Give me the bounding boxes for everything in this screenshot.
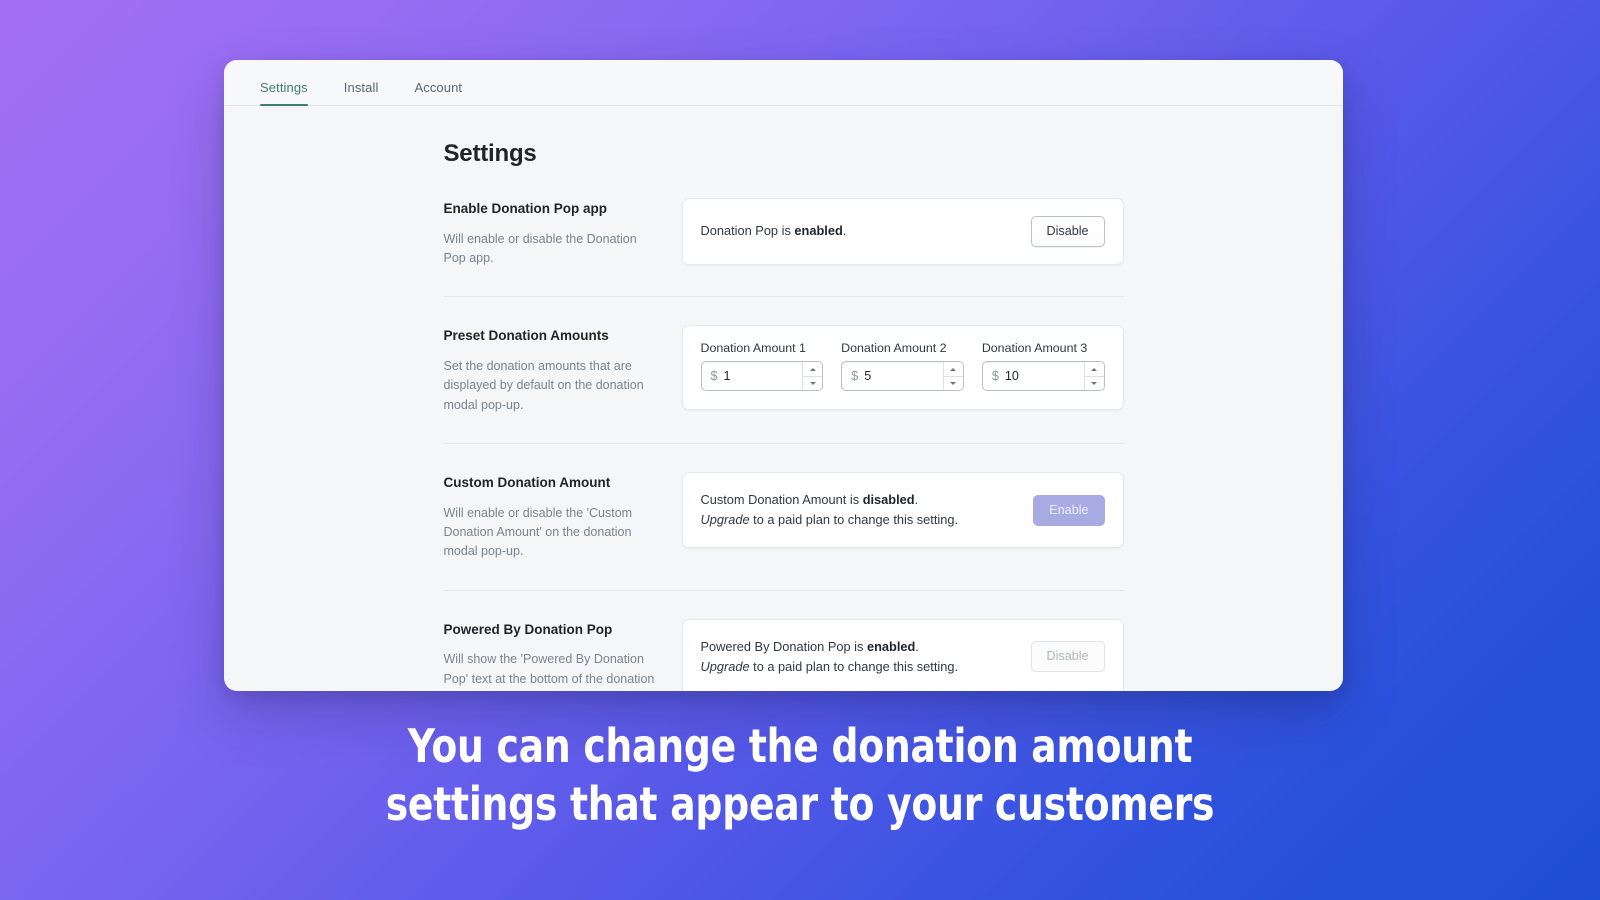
setting-label-group: Enable Donation Pop app Will enable or d… bbox=[444, 198, 682, 268]
promo-caption-line-1: You can change the donation amount bbox=[407, 719, 1193, 773]
upgrade-note-rest: to a paid plan to change this setting. bbox=[749, 512, 959, 528]
tab-install-label: Install bbox=[343, 80, 379, 95]
donation-amount-2-input[interactable] bbox=[864, 362, 943, 391]
setting-card: Donation Pop is enabled. Disable bbox=[681, 198, 1124, 266]
app-window: Settings Install Account Settings Enable… bbox=[224, 60, 1343, 691]
status-text: Custom Donation Amount is disabled. Upgr… bbox=[701, 490, 959, 530]
setting-card: Powered By Donation Pop is enabled. Upgr… bbox=[681, 618, 1124, 691]
setting-description: Will show the 'Powered By Donation Pop' … bbox=[443, 652, 655, 691]
donation-amount-3-stepper[interactable] bbox=[1083, 362, 1104, 391]
status-prefix: Custom Donation Amount is bbox=[700, 491, 863, 507]
upgrade-note: Upgrade to a paid plan to change this se… bbox=[701, 510, 959, 530]
setting-row-preset-amounts: Preset Donation Amounts Set the donation… bbox=[443, 325, 1124, 444]
donation-amount-2-label: Donation Amount 2 bbox=[841, 341, 947, 356]
setting-label-group: Powered By Donation Pop Will show the 'P… bbox=[444, 619, 682, 691]
status-prefix: Powered By Donation Pop is bbox=[700, 638, 867, 654]
status-text: Donation Pop is enabled. bbox=[701, 221, 847, 241]
currency-prefix-icon: $ bbox=[710, 369, 718, 384]
setting-row-enable-app: Enable Donation Pop app Will enable or d… bbox=[443, 198, 1124, 298]
setting-description: Will enable or disable the Donation Pop … bbox=[443, 231, 637, 265]
stepper-up-icon[interactable] bbox=[1084, 362, 1104, 377]
enable-custom-amount-button[interactable]: Enable bbox=[1033, 494, 1105, 526]
settings-container: Settings Enable Donation Pop app Will en… bbox=[443, 106, 1124, 691]
tab-settings-label: Settings bbox=[260, 80, 308, 95]
status-value: disabled bbox=[862, 491, 915, 507]
setting-description: Will enable or disable the 'Custom Donat… bbox=[443, 505, 633, 559]
status-value: enabled bbox=[866, 638, 916, 654]
donation-amount-3-label: Donation Amount 3 bbox=[981, 341, 1088, 356]
stepper-down-icon[interactable] bbox=[1084, 376, 1104, 391]
settings-scroll-area[interactable]: Settings Enable Donation Pop app Will en… bbox=[224, 106, 1343, 691]
stepper-up-icon[interactable] bbox=[943, 362, 963, 377]
donation-amount-3-input-wrap[interactable]: $ bbox=[981, 361, 1105, 392]
setting-title: Powered By Donation Pop bbox=[443, 621, 613, 637]
donation-amount-1-input-wrap[interactable]: $ bbox=[700, 361, 824, 392]
setting-row-powered-by: Powered By Donation Pop Will show the 'P… bbox=[444, 618, 1124, 691]
status-value: enabled bbox=[794, 223, 843, 239]
donation-amount-2-input-wrap[interactable]: $ bbox=[841, 361, 964, 392]
setting-title: Preset Donation Amounts bbox=[443, 328, 609, 344]
donation-amount-3-field: Donation Amount 3 $ bbox=[981, 341, 1105, 392]
upgrade-link[interactable]: Upgrade bbox=[701, 659, 750, 674]
status-suffix: . bbox=[914, 491, 919, 507]
stepper-down-icon[interactable] bbox=[943, 376, 963, 391]
page-title: Settings bbox=[443, 140, 537, 167]
donation-amount-2-field: Donation Amount 2 $ bbox=[841, 341, 964, 392]
donation-amount-2-stepper[interactable] bbox=[942, 362, 963, 391]
setting-row-custom-amount: Custom Donation Amount Will enable or di… bbox=[443, 471, 1124, 591]
setting-label-group: Preset Donation Amounts Set the donation… bbox=[444, 325, 682, 415]
stepper-up-icon[interactable] bbox=[803, 362, 823, 377]
setting-description: Set the donation amounts that are displa… bbox=[443, 358, 644, 412]
toggle-enable-app-button[interactable]: Disable bbox=[1030, 216, 1105, 248]
donation-amount-1-input[interactable] bbox=[723, 362, 803, 391]
donation-amount-3-input[interactable] bbox=[1004, 362, 1084, 391]
status-suffix: . bbox=[842, 223, 847, 239]
status-text: Powered By Donation Pop is enabled. Upgr… bbox=[701, 637, 959, 677]
promo-caption-line-2: settings that appear to your customers bbox=[385, 776, 1215, 831]
tab-account-label: Account bbox=[414, 80, 463, 95]
setting-content: Donation Pop is enabled. Disable bbox=[681, 198, 1124, 266]
donation-amount-1-label: Donation Amount 1 bbox=[700, 341, 806, 356]
tab-settings[interactable]: Settings bbox=[260, 80, 308, 106]
upgrade-note: Upgrade to a paid plan to change this se… bbox=[701, 657, 959, 677]
setting-content: Donation Amount 1 $ 1 Donation Amount 2 … bbox=[681, 325, 1124, 411]
tab-bar: Settings Install Account bbox=[224, 60, 1343, 106]
tab-install[interactable]: Install bbox=[344, 81, 379, 105]
upgrade-note-rest: to a paid plan to change this setting. bbox=[749, 658, 959, 674]
setting-card: Custom Donation Amount is disabled. Upgr… bbox=[681, 471, 1124, 549]
setting-content: Powered By Donation Pop is enabled. Upgr… bbox=[681, 618, 1124, 691]
tab-account[interactable]: Account bbox=[414, 81, 462, 105]
donation-amount-1-field: Donation Amount 1 $ bbox=[700, 341, 824, 392]
currency-prefix-icon: $ bbox=[991, 369, 999, 384]
upgrade-link[interactable]: Upgrade bbox=[701, 512, 750, 527]
setting-label-group: Custom Donation Amount Will enable or di… bbox=[444, 472, 682, 562]
setting-content: Custom Donation Amount is disabled. Upgr… bbox=[681, 471, 1124, 549]
disable-powered-by-button[interactable]: Disable bbox=[1030, 641, 1105, 673]
currency-prefix-icon: $ bbox=[851, 369, 859, 384]
promo-caption: You can change the donation amount setti… bbox=[144, 718, 1456, 834]
setting-title: Enable Donation Pop app bbox=[443, 201, 608, 216]
setting-card: Donation Amount 1 $ 1 Donation Amount 2 … bbox=[681, 325, 1124, 411]
donation-amount-1-stepper[interactable] bbox=[802, 362, 823, 391]
setting-title: Custom Donation Amount bbox=[443, 474, 611, 490]
stepper-down-icon[interactable] bbox=[803, 376, 823, 391]
status-suffix: . bbox=[915, 638, 919, 654]
status-prefix: Donation Pop is bbox=[700, 223, 795, 239]
